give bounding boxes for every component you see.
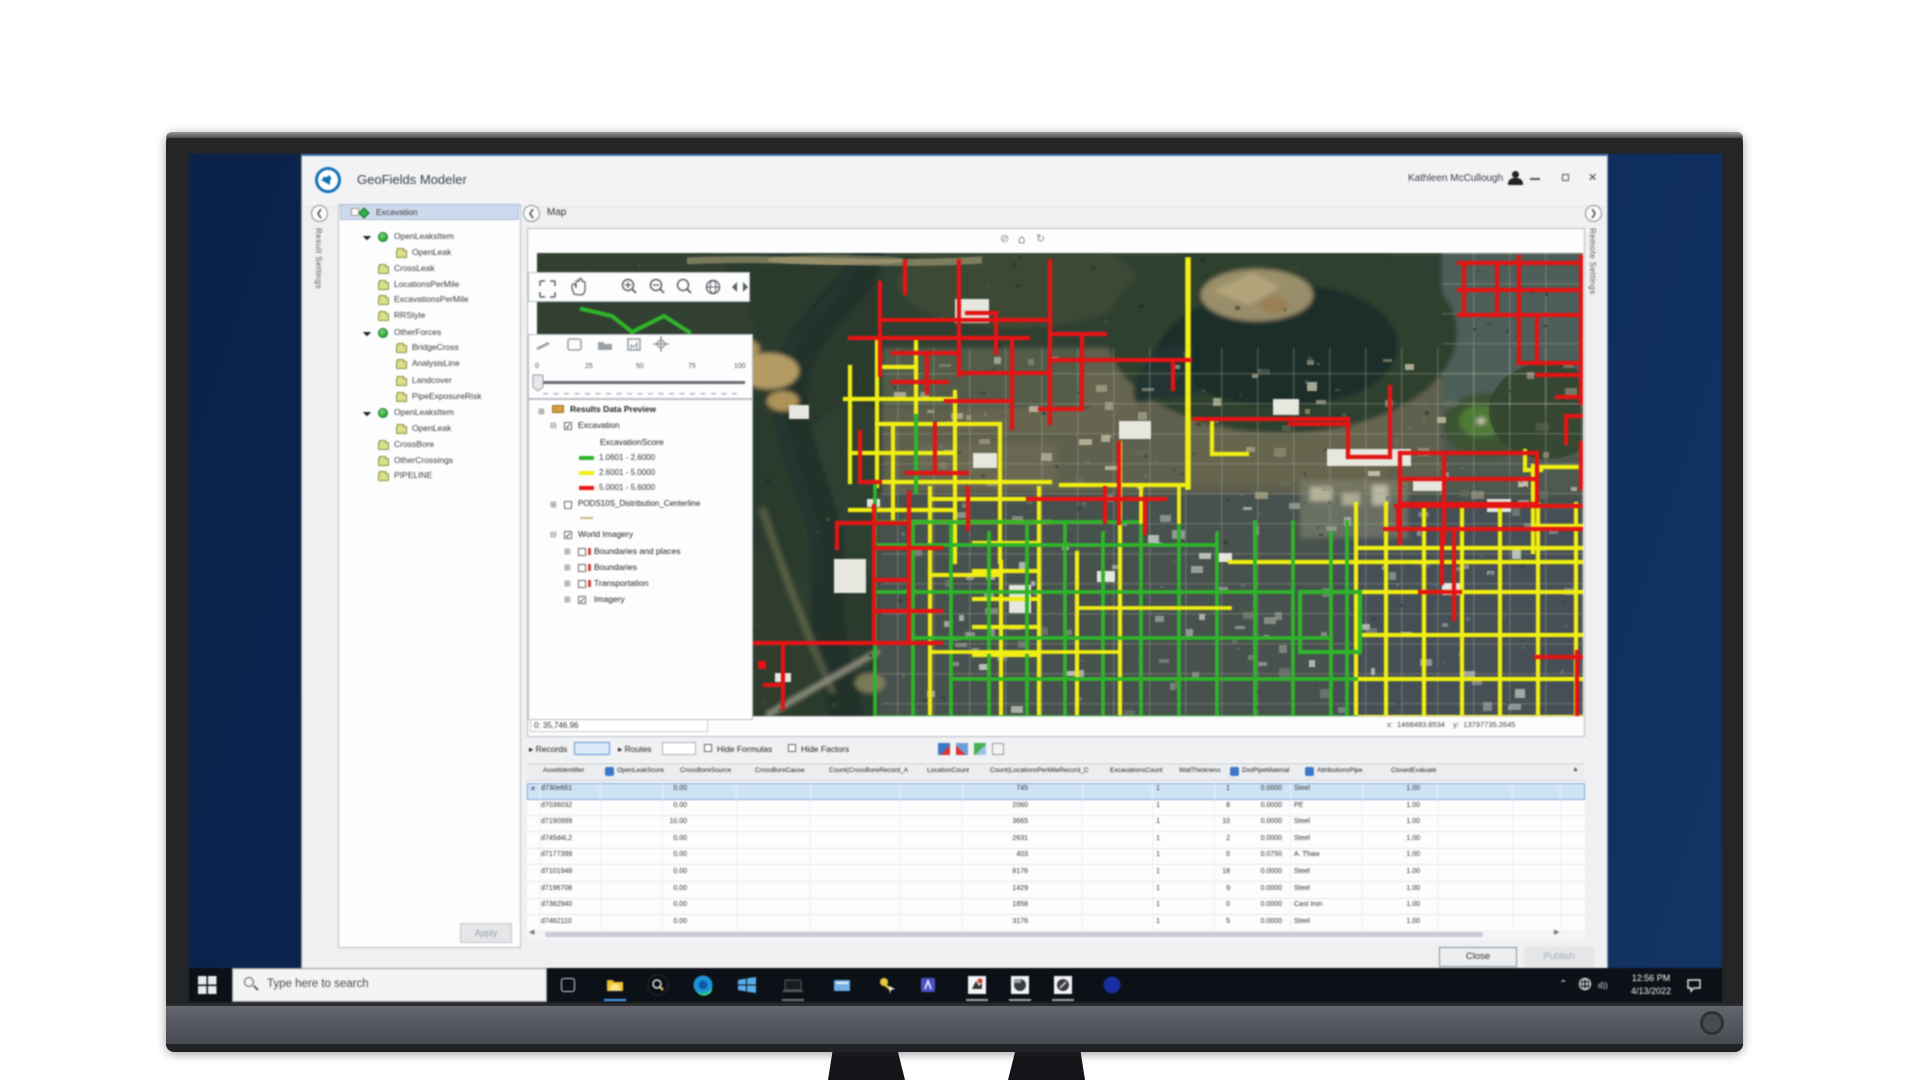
- svg-text:50: 50: [636, 363, 644, 370]
- svg-text:75: 75: [688, 363, 696, 370]
- svg-text:0: 0: [535, 363, 539, 370]
- svg-text:100: 100: [734, 363, 746, 370]
- svg-text:25: 25: [585, 363, 593, 370]
